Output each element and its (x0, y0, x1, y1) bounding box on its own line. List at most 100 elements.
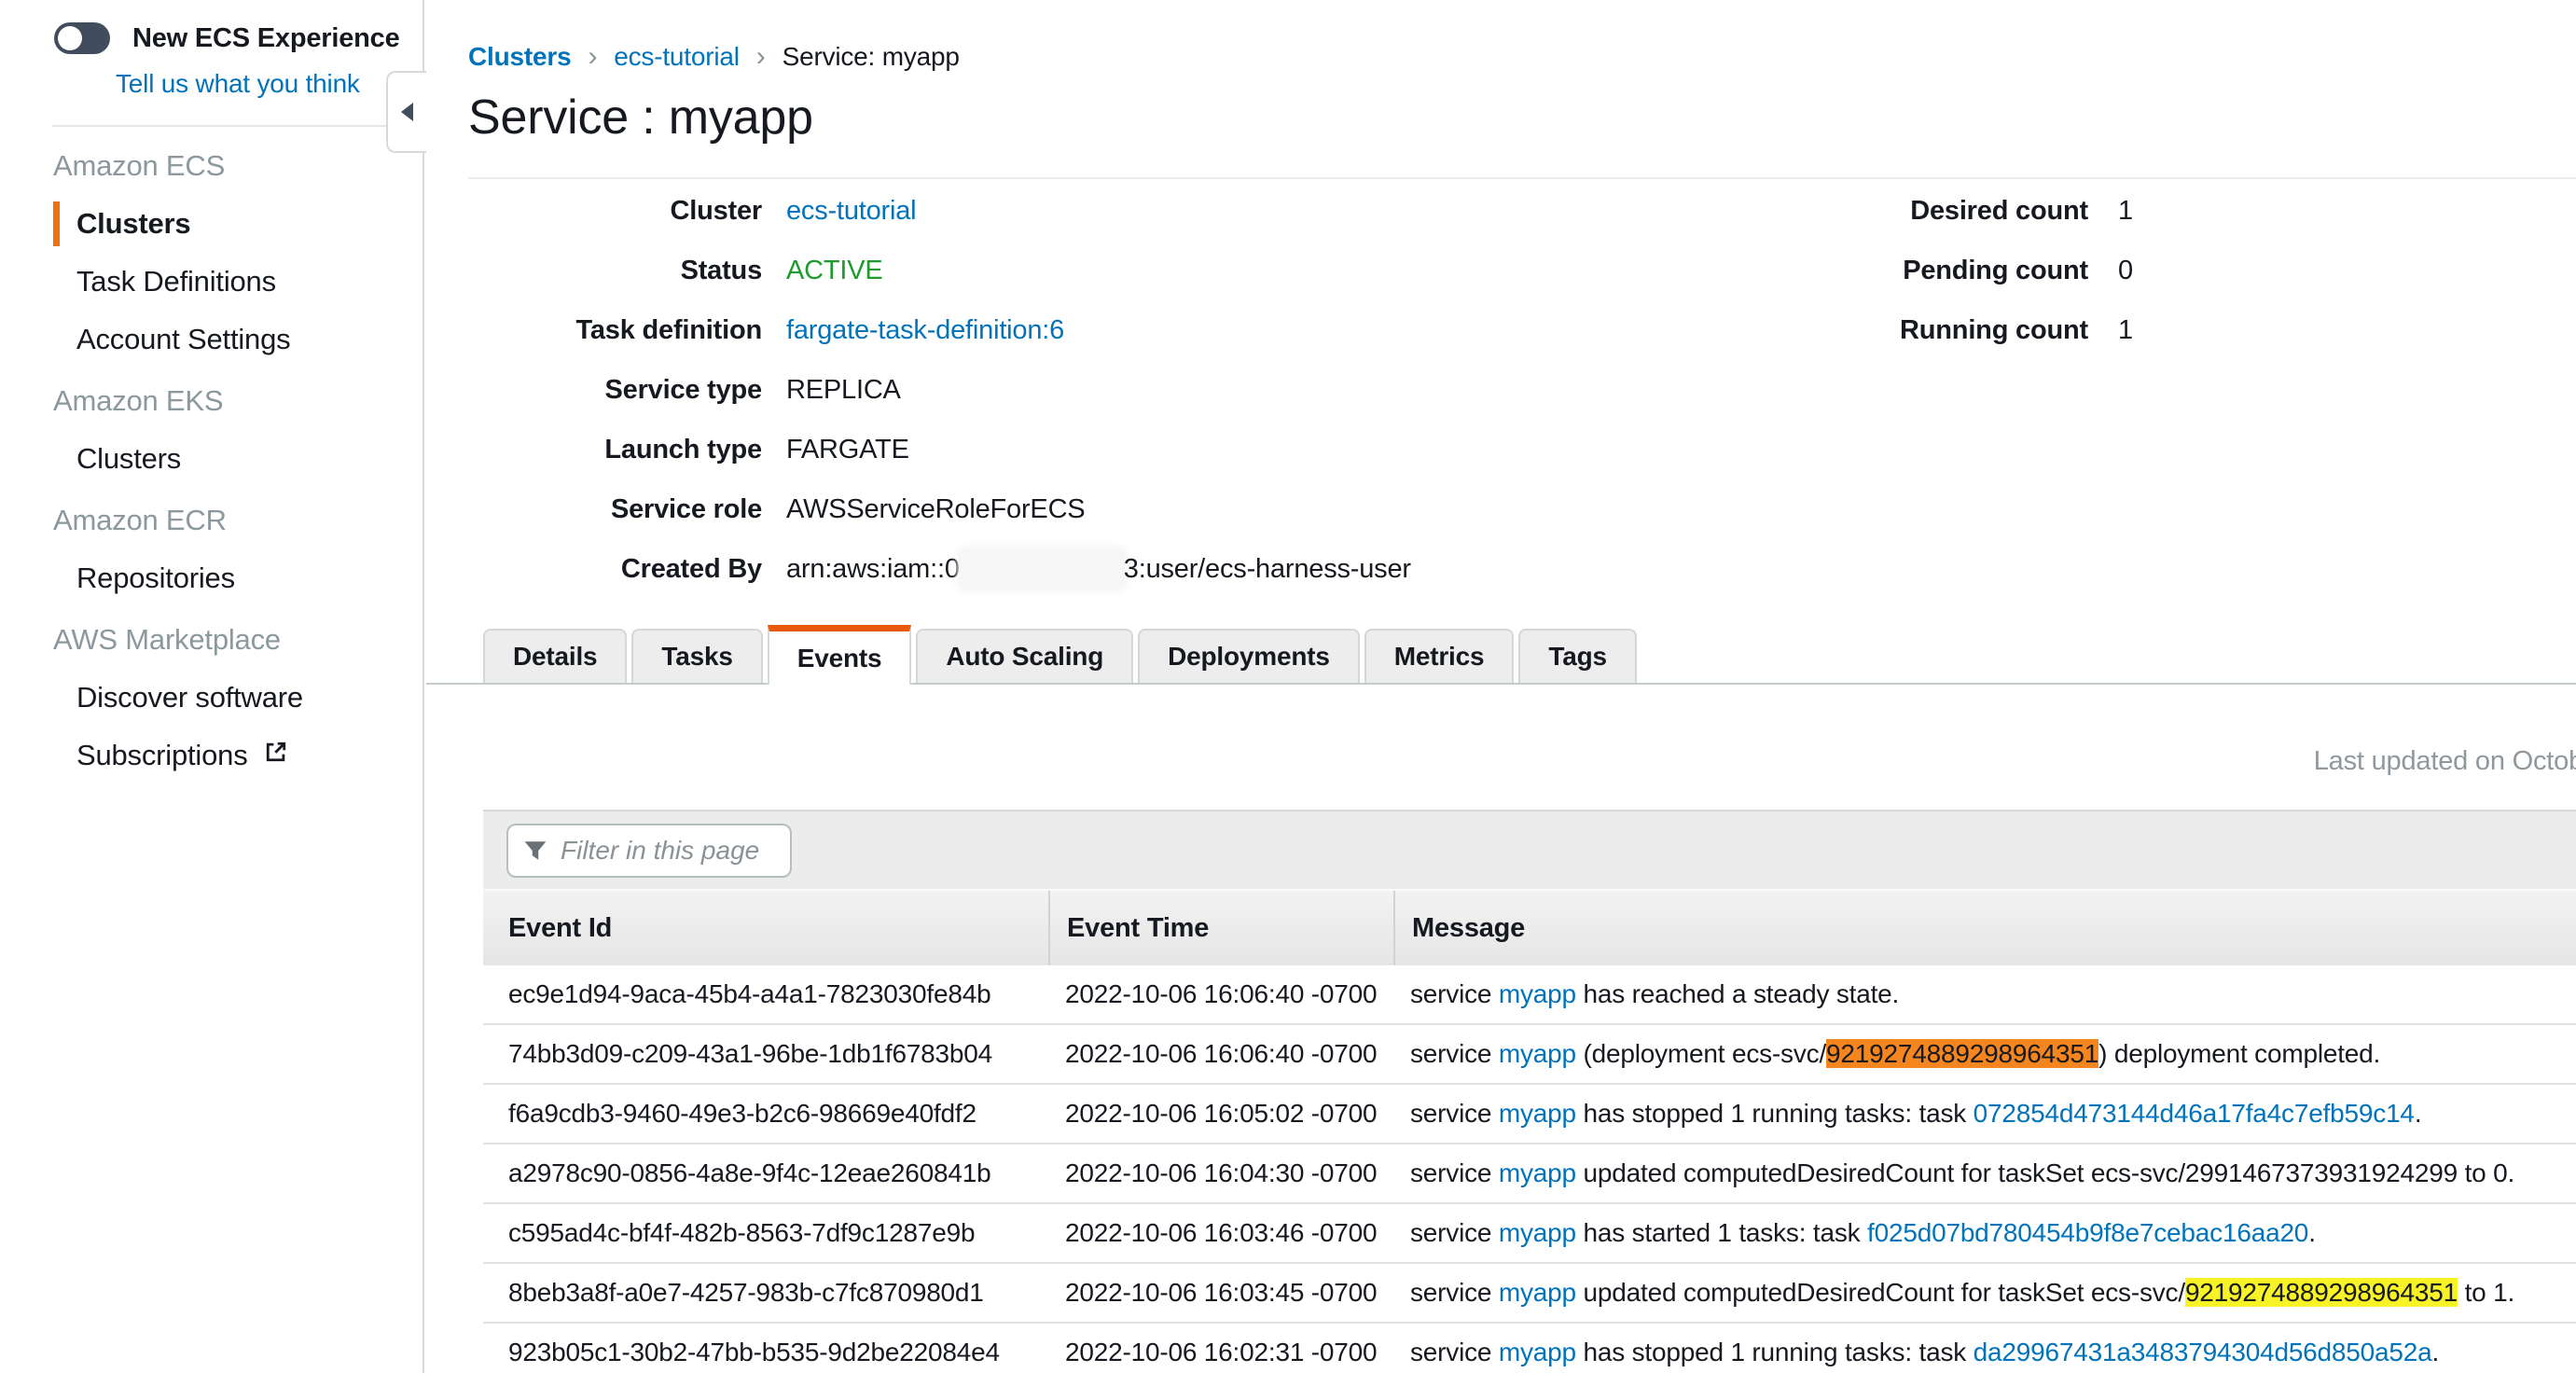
breadcrumb-item-clusters[interactable]: Clusters (468, 42, 571, 72)
detail-label: Status (468, 256, 762, 286)
message-text: . (2415, 1099, 2422, 1128)
filter-box[interactable] (506, 824, 792, 878)
sidebar-collapse-button[interactable] (386, 71, 426, 153)
tab-details[interactable]: Details (483, 629, 627, 683)
detail-label: Cluster (468, 196, 762, 227)
message-text: service (1410, 979, 1499, 1008)
breadcrumb-item-service-myapp: Service: myapp (782, 42, 960, 72)
title-divider (468, 177, 2576, 179)
breadcrumb-item-ecs-tutorial[interactable]: ecs-tutorial (614, 42, 740, 72)
detail-row-status: StatusACTIVE (468, 241, 1411, 300)
sidebar-item-subscriptions[interactable]: Subscriptions (76, 733, 422, 778)
sidebar-item-discover-software[interactable]: Discover software (76, 675, 422, 720)
detail-row-launch-type: Launch typeFARGATE (468, 420, 1411, 479)
detail-label: Desired count (1890, 196, 2088, 227)
breadcrumb-separator-icon: › (756, 41, 766, 73)
detail-value-cluster[interactable]: ecs-tutorial (786, 196, 916, 227)
sidebar-item-repositories[interactable]: Repositories (76, 556, 422, 601)
redacted-account-id (962, 551, 1122, 587)
message-link[interactable]: f025d07bd780454b9f8e7cebac16aa20 (1867, 1218, 2308, 1247)
message-text: service (1410, 1158, 1499, 1187)
event-message-cell: service myapp has stopped 1 running task… (1393, 1338, 2576, 1367)
detail-row-running-count: Running count1 (1890, 300, 2133, 360)
external-link-icon (263, 739, 289, 772)
message-link[interactable]: myapp (1499, 1158, 1576, 1187)
message-text: updated computedDesiredCount for taskSet… (1576, 1158, 2514, 1187)
message-text: service (1410, 1278, 1499, 1307)
event-message-cell: service myapp (deployment ecs-svc/921927… (1393, 1039, 2576, 1069)
sidebar-item-label: Repositories (76, 562, 235, 595)
tab-metrics[interactable]: Metrics (1364, 629, 1515, 683)
detail-row-service-role: Service roleAWSServiceRoleForECS (468, 479, 1411, 539)
table-row: 923b05c1-30b2-47bb-b535-9d2be22084e42022… (483, 1324, 2576, 1373)
table-row: 74bb3d09-c209-43a1-96be-1db1f6783b042022… (483, 1025, 2576, 1085)
new-ecs-experience-toggle[interactable] (54, 22, 110, 54)
detail-row-cluster: Cluster ecs-tutorial (468, 181, 1411, 241)
detail-label: Service type (468, 375, 762, 406)
sidebar-item-account-settings[interactable]: Account Settings (76, 317, 422, 362)
sidebar-item-clusters[interactable]: Clusters (53, 201, 422, 246)
column-header-event-time[interactable]: Event Time (1048, 891, 1393, 965)
detail-label: Service role (468, 494, 762, 525)
detail-label: Running count (1890, 315, 2088, 346)
message-link[interactable]: myapp (1499, 1338, 1576, 1366)
main-content: Clusters › ecs-tutorial › Service: myapp Ser… (426, 0, 2576, 1373)
table-row: ec9e1d94-9aca-45b4-a4a1-7823030fe84b2022… (483, 965, 2576, 1025)
event-time-cell: 2022-10-06 16:03:45 -0700 (1048, 1278, 1393, 1308)
message-link[interactable]: myapp (1499, 1278, 1576, 1307)
tab-auto-scaling[interactable]: Auto Scaling (916, 629, 1133, 683)
column-header-message[interactable]: Message (1393, 891, 2576, 965)
detail-value-task-definition[interactable]: fargate-task-definition:6 (786, 315, 1064, 346)
tab-events[interactable]: Events (768, 625, 912, 685)
sidebar-item-task-definitions[interactable]: Task Definitions (76, 259, 422, 304)
event-id-cell: 923b05c1-30b2-47bb-b535-9d2be22084e4 (483, 1338, 1048, 1367)
message-text: has stopped 1 running tasks: task (1576, 1099, 1974, 1128)
event-time-cell: 2022-10-06 16:06:40 -0700 (1048, 979, 1393, 1009)
events-table-body: ec9e1d94-9aca-45b4-a4a1-7823030fe84b2022… (483, 965, 2576, 1373)
detail-row-task-definition: Task definition fargate-task-definition:6 (468, 300, 1411, 360)
detail-value-created-by: arn:aws:iam::03:user/ecs-harness-user (786, 551, 1411, 587)
message-text: service (1410, 1218, 1499, 1247)
sidebar-item-clusters[interactable]: Clusters (76, 437, 422, 481)
message-text: (deployment ecs-svc/ (1576, 1039, 1826, 1068)
events-toolbar (483, 810, 2576, 889)
sidebar-item-label: Account Settings (76, 323, 290, 356)
table-row: c595ad4c-bf4f-482b-8563-7df9c1287e9b2022… (483, 1204, 2576, 1264)
message-text: . (2308, 1218, 2316, 1247)
event-time-cell: 2022-10-06 16:05:02 -0700 (1048, 1099, 1393, 1129)
event-id-cell: a2978c90-0856-4a8e-9f4c-12eae260841b (483, 1158, 1048, 1188)
message-link[interactable]: myapp (1499, 979, 1576, 1008)
column-header-event-id[interactable]: Event Id (483, 891, 1048, 965)
feedback-link[interactable]: Tell us what you think (116, 69, 360, 99)
collapse-left-arrow-icon (401, 103, 413, 121)
message-link[interactable]: myapp (1499, 1218, 1576, 1247)
detail-row-created-by: Created Byarn:aws:iam::03:user/ecs-harne… (468, 539, 1411, 599)
message-text: . (2432, 1338, 2440, 1366)
detail-value-launch-type: FARGATE (786, 435, 909, 465)
table-row: 8beb3a8f-a0e7-4257-983b-c7fc870980d12022… (483, 1264, 2576, 1324)
table-row: a2978c90-0856-4a8e-9f4c-12eae260841b2022… (483, 1144, 2576, 1204)
tab-tags[interactable]: Tags (1518, 629, 1636, 683)
message-text: ) deployment completed. (2098, 1039, 2380, 1068)
sidebar-section-aws-marketplace: AWS Marketplace (53, 617, 422, 662)
message-link[interactable]: myapp (1499, 1099, 1576, 1128)
breadcrumb-separator-icon: › (588, 41, 597, 73)
sidebar-nav: Amazon ECSClustersTask DefinitionsAccoun… (0, 144, 422, 778)
message-link[interactable]: myapp (1499, 1039, 1576, 1068)
message-link[interactable]: da29967431a3483794304d56d850a52a (1974, 1338, 2432, 1366)
event-message-cell: service myapp has stopped 1 running task… (1393, 1099, 2576, 1129)
detail-value-pending-count: 0 (2118, 256, 2133, 286)
new-ecs-experience-label: New ECS Experience (132, 23, 400, 54)
tab-tasks[interactable]: Tasks (631, 629, 762, 683)
sidebar-item-label: Subscriptions (76, 739, 248, 772)
sidebar-section-amazon-ecr: Amazon ECR (53, 498, 422, 543)
page-title: Service : myapp (468, 90, 813, 146)
event-message-cell: service myapp updated computedDesiredCou… (1393, 1158, 2576, 1188)
event-time-cell: 2022-10-06 16:06:40 -0700 (1048, 1039, 1393, 1069)
filter-input[interactable] (559, 835, 775, 867)
message-text: service (1410, 1039, 1499, 1068)
sidebar-item-label: Clusters (76, 442, 181, 476)
tab-deployments[interactable]: Deployments (1138, 629, 1360, 683)
detail-label: Task definition (468, 315, 762, 346)
message-link[interactable]: 072854d473144d46a17fa4c7efb59c14 (1974, 1099, 2415, 1128)
